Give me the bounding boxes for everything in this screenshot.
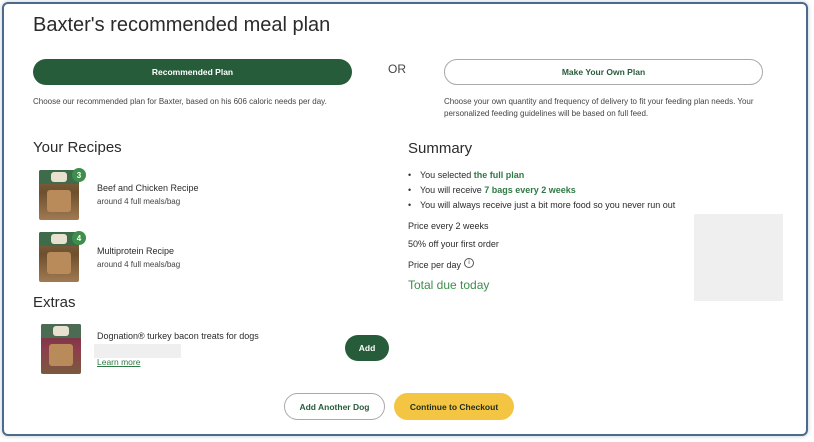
extra-price-placeholder: [94, 344, 181, 358]
recommended-plan-description: Choose our recommended plan for Baxter, …: [33, 97, 327, 106]
price-per-day-label: Price per day: [408, 260, 462, 270]
recipe-quantity-badge: 4: [72, 231, 86, 245]
price-every-2-weeks-label: Price every 2 weeks: [408, 221, 489, 231]
recipe-meals-per-bag: around 4 full meals/bag: [97, 260, 181, 269]
price-values-placeholder: [694, 214, 783, 301]
recommended-plan-button[interactable]: Recommended Plan: [33, 59, 352, 85]
price-per-day-row: Price per day i: [408, 258, 475, 270]
add-extra-button[interactable]: Add: [345, 335, 389, 361]
page-title: Baxter's recommended meal plan: [33, 14, 331, 36]
extra-treats-image: [41, 324, 81, 374]
summary-item-bags: You will receive 7 bags every 2 weeks: [408, 183, 675, 198]
extra-item-name: Dognation® turkey bacon treats for dogs: [97, 331, 259, 341]
total-due-today-label: Total due today: [408, 278, 490, 292]
summary-list: You selected the full plan You will rece…: [408, 168, 675, 213]
summary-item-extra-food: You will always receive just a bit more …: [408, 198, 675, 213]
your-recipes-heading: Your Recipes: [33, 139, 122, 156]
extras-heading: Extras: [33, 294, 76, 311]
recipe-name: Multiprotein Recipe: [97, 246, 175, 256]
summary-heading: Summary: [408, 140, 473, 157]
learn-more-link[interactable]: Learn more: [97, 357, 140, 367]
discount-label: 50% off your first order: [408, 239, 499, 249]
recipe-name: Beef and Chicken Recipe: [97, 183, 199, 193]
continue-to-checkout-button[interactable]: Continue to Checkout: [394, 393, 514, 420]
or-separator: OR: [388, 62, 406, 76]
add-another-dog-button[interactable]: Add Another Dog: [284, 393, 385, 420]
make-your-own-plan-button[interactable]: Make Your Own Plan: [444, 59, 763, 85]
summary-item-plan: You selected the full plan: [408, 168, 675, 183]
info-icon[interactable]: i: [464, 258, 475, 268]
recipe-quantity-badge: 3: [72, 168, 86, 182]
own-plan-description: Choose your own quantity and frequency o…: [444, 97, 754, 118]
recipe-meals-per-bag: around 4 full meals/bag: [97, 197, 181, 206]
